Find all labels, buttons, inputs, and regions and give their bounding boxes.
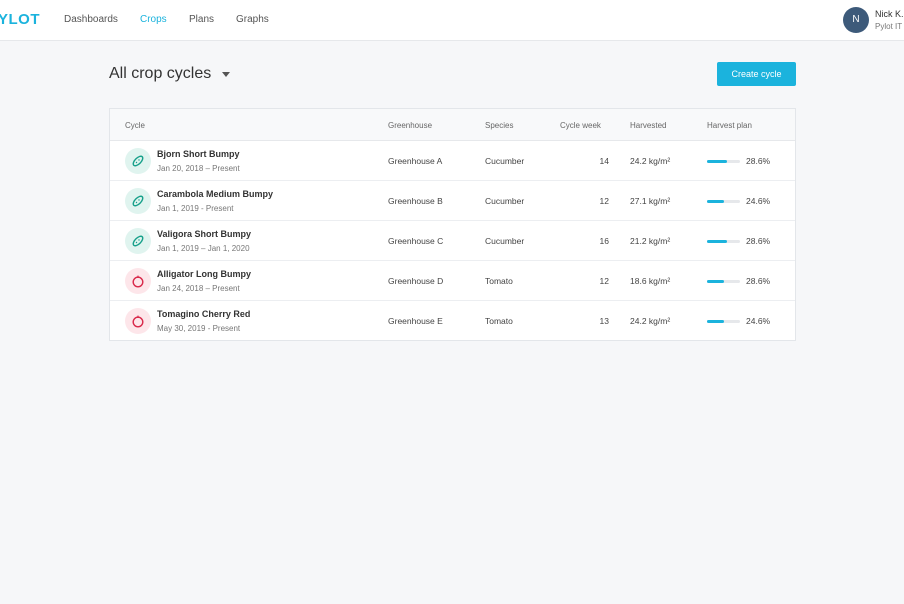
app-logo[interactable]: YLOT [0, 11, 40, 28]
nav-dashboards[interactable]: Dashboards [64, 14, 118, 25]
crop-cycles-table: Cycle Greenhouse Species Cycle week Harv… [109, 108, 796, 341]
harvest-plan-fill [707, 320, 724, 323]
greenhouse-cell: Greenhouse B [388, 196, 443, 206]
nav-crops[interactable]: Crops [140, 14, 167, 25]
cycle-week-cell: 12 [599, 196, 609, 206]
avatar[interactable]: N [843, 7, 869, 33]
cycle-name[interactable]: Tomagino Cherry Red [157, 309, 250, 319]
harvest-plan-percent: 28.6% [746, 236, 771, 246]
harvest-plan-fill [707, 200, 724, 203]
harvest-plan-bar [707, 160, 740, 163]
harvest-plan-bar [707, 280, 740, 283]
page-title[interactable]: All crop cycles [109, 65, 211, 83]
species-cell: Cucumber [485, 236, 525, 246]
harvest-plan-bar [707, 240, 740, 243]
table-row[interactable]: Tomagino Cherry Red May 30, 2019 - Prese… [110, 301, 795, 341]
nav-graphs[interactable]: Graphs [236, 14, 269, 25]
harvest-plan-fill [707, 240, 727, 243]
cycle-dates: Jan 24, 2018 – Present [157, 284, 240, 293]
cycle-name[interactable]: Valigora Short Bumpy [157, 229, 251, 239]
greenhouse-cell: Greenhouse A [388, 156, 443, 166]
greenhouse-cell: Greenhouse E [388, 316, 443, 326]
nav-plans[interactable]: Plans [189, 14, 214, 25]
harvest-plan-percent: 28.6% [746, 276, 771, 286]
create-cycle-button[interactable]: Create cycle [717, 62, 796, 86]
cycle-week-cell: 16 [599, 236, 609, 246]
greenhouse-cell: Greenhouse D [388, 276, 444, 286]
tomato-icon [125, 308, 151, 334]
species-cell: Tomato [485, 276, 513, 286]
table-row[interactable]: Carambola Medium Bumpy Jan 1, 2019 - Pre… [110, 181, 795, 221]
cycle-dates: May 30, 2019 - Present [157, 324, 241, 333]
cycle-name[interactable]: Alligator Long Bumpy [157, 269, 251, 279]
harvest-plan-bar [707, 320, 740, 323]
cycle-week-cell: 13 [599, 316, 609, 326]
harvest-plan-fill [707, 160, 727, 163]
cycle-name[interactable]: Bjorn Short Bumpy [157, 149, 240, 159]
table-row[interactable]: Alligator Long Bumpy Jan 24, 2018 – Pres… [110, 261, 795, 301]
cycle-name[interactable]: Carambola Medium Bumpy [157, 189, 273, 199]
top-navbar: YLOT Dashboards Crops Plans Graphs N Nic… [0, 0, 904, 41]
cucumber-icon [125, 228, 151, 254]
cycle-week-cell: 12 [599, 276, 609, 286]
harvested-cell: 24.2 kg/m² [630, 156, 671, 166]
harvest-plan-percent: 24.6% [746, 196, 771, 206]
cycle-week-cell: 14 [599, 156, 609, 166]
species-cell: Cucumber [485, 196, 525, 206]
greenhouse-cell: Greenhouse C [388, 236, 444, 246]
header-cycle[interactable]: Cycle [125, 121, 145, 130]
harvested-cell: 21.2 kg/m² [630, 236, 671, 246]
header-cycle-week[interactable]: Cycle week [560, 121, 601, 130]
header-harvested[interactable]: Harvested [630, 121, 666, 130]
cycle-dates: Jan 1, 2019 – Jan 1, 2020 [157, 244, 250, 253]
harvest-plan-fill [707, 280, 724, 283]
harvest-plan-percent: 24.6% [746, 316, 771, 326]
harvested-cell: 24.2 kg/m² [630, 316, 671, 326]
table-row[interactable]: Valigora Short Bumpy Jan 1, 2019 – Jan 1… [110, 221, 795, 261]
harvested-cell: 27.1 kg/m² [630, 196, 671, 206]
table-header: Cycle Greenhouse Species Cycle week Harv… [110, 109, 795, 141]
species-cell: Cucumber [485, 156, 525, 166]
cycle-dates: Jan 1, 2019 - Present [157, 204, 234, 213]
cucumber-icon [125, 148, 151, 174]
header-species[interactable]: Species [485, 121, 513, 130]
harvest-plan-percent: 28.6% [746, 156, 771, 166]
header-greenhouse[interactable]: Greenhouse [388, 121, 432, 130]
table-row[interactable]: Bjorn Short Bumpy Jan 20, 2018 – Present… [110, 141, 795, 181]
species-cell: Tomato [485, 316, 513, 326]
chevron-down-icon[interactable] [222, 72, 230, 77]
tomato-icon [125, 268, 151, 294]
header-harvest-plan[interactable]: Harvest plan [707, 121, 752, 130]
user-name[interactable]: Nick K. [875, 9, 904, 19]
cucumber-icon [125, 188, 151, 214]
harvest-plan-bar [707, 200, 740, 203]
user-org: Pylot IT [875, 22, 903, 31]
cycle-dates: Jan 20, 2018 – Present [157, 164, 240, 173]
harvested-cell: 18.6 kg/m² [630, 276, 671, 286]
